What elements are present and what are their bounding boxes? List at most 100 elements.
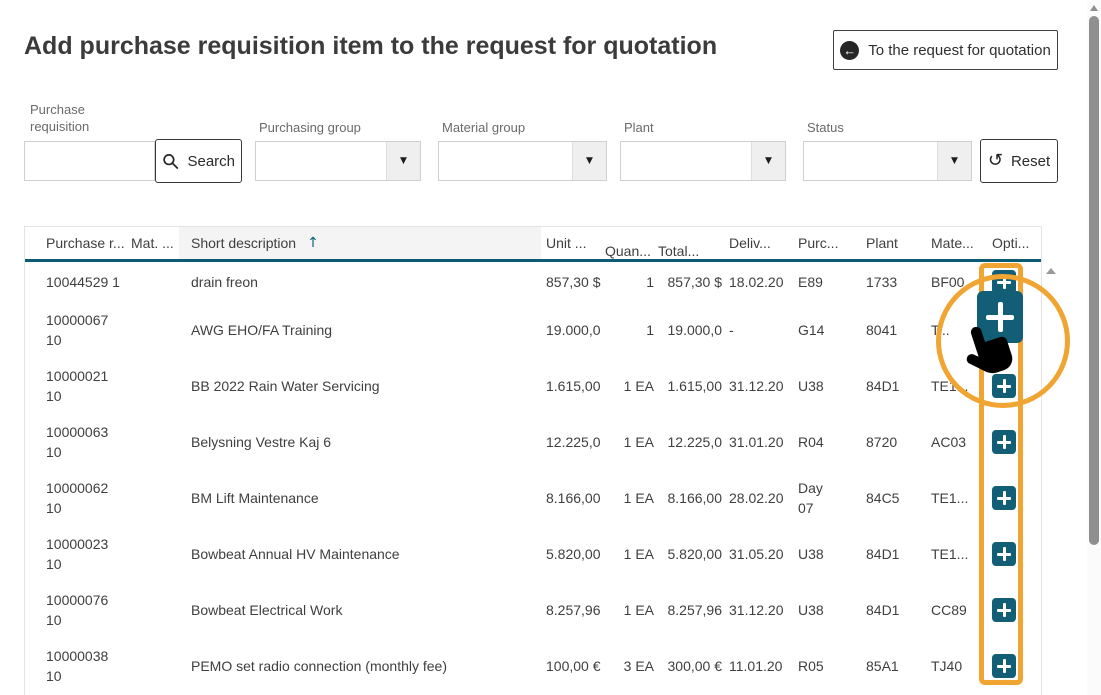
column-header-total[interactable]: Total... (658, 227, 723, 259)
cell-unit: 857,30 $ (541, 262, 605, 302)
cell-opti (986, 638, 1041, 694)
cell-deliv: 11.01.20 (723, 638, 791, 694)
purchase-requisition-table: Purchase r... Mat. ... Short description… (24, 226, 1042, 695)
cell-desc: PEMO set radio connection (monthly fee) (179, 638, 541, 694)
status-label: Status (807, 119, 844, 136)
cell-unit: 12.225,0 (541, 414, 605, 470)
cell-plant: 1733 (858, 262, 923, 302)
cell-plant: 84C5 (858, 470, 923, 526)
search-icon (162, 152, 179, 171)
plant-dropdown[interactable]: ▼ (620, 141, 786, 181)
cell-qty: 1 EA (605, 414, 658, 470)
back-arrow-icon: ← (843, 44, 856, 57)
cell-mat (126, 582, 179, 638)
table-row: 1000002310 Bowbeat Annual HV Maintenance 5… (25, 526, 1041, 582)
cell-desc: BM Lift Maintenance (179, 470, 541, 526)
scrollbar-up-icon[interactable] (1090, 5, 1098, 11)
status-dropdown[interactable]: ▼ (803, 141, 972, 181)
add-item-button[interactable] (992, 598, 1016, 622)
column-header-unit-price[interactable]: Unit ... (541, 227, 605, 259)
cell-mat (126, 358, 179, 414)
material-group-label: Material group (442, 119, 525, 136)
cell-pr: 1000006210 (25, 470, 126, 526)
purchasing-group-dropdown-arrow[interactable]: ▼ (386, 142, 420, 180)
page-scrollbar-thumb[interactable] (1089, 16, 1099, 545)
cell-mat (126, 638, 179, 694)
cell-purc: U38 (791, 358, 858, 414)
column-header-purchasing-group[interactable]: Purc... (791, 227, 858, 259)
chevron-down-icon: ▼ (586, 156, 593, 166)
cell-purc: U38 (791, 582, 858, 638)
cell-mate: CC89 (923, 582, 986, 638)
purchase-requisition-input[interactable] (24, 141, 155, 181)
reset-button[interactable]: ↺ Reset (980, 139, 1058, 183)
cell-mat (126, 262, 179, 302)
cell-deliv: - (723, 302, 791, 358)
add-item-button[interactable] (992, 654, 1016, 678)
cell-desc: AWG EHO/FA Training (179, 302, 541, 358)
cell-pr: 1000007610 (25, 582, 126, 638)
cell-total: 1.615,00 (658, 358, 723, 414)
column-header-options[interactable]: Opti... (986, 227, 1041, 259)
chevron-down-icon: ▼ (951, 156, 958, 166)
column-header-purchase-requisition[interactable]: Purchase r... (25, 227, 126, 259)
cell-pr: 1000002110 (25, 358, 126, 414)
to-request-for-quotation-button[interactable]: ← To the request for quotation (833, 30, 1058, 70)
table-body: 10044529 1drain freon857,30 $1857,30 $18… (25, 262, 1041, 694)
status-dropdown-arrow[interactable]: ▼ (937, 142, 971, 180)
cell-desc: drain freon (179, 262, 541, 302)
cell-qty: 1 (605, 262, 658, 302)
table-scroll-up-icon[interactable] (1046, 268, 1056, 274)
cell-pr: 1000002310 (25, 526, 126, 582)
cell-plant: 84D1 (858, 526, 923, 582)
cell-unit: 8.166,00 (541, 470, 605, 526)
column-header-quantity[interactable]: Quan... (605, 227, 658, 259)
cell-opti (986, 414, 1041, 470)
column-header-delivery-date[interactable]: Deliv... (723, 227, 791, 259)
cell-pr: 1000003810 (25, 638, 126, 694)
plant-dropdown-arrow[interactable]: ▼ (751, 142, 785, 180)
cell-opti (986, 526, 1041, 582)
purchase-requisition-label: Purchase requisition (30, 101, 122, 135)
chevron-down-icon: ▼ (400, 156, 407, 166)
short-description-label: Short description (191, 235, 296, 251)
search-button[interactable]: Search (155, 139, 242, 183)
cell-mat (126, 414, 179, 470)
table-header-row: Purchase r... Mat. ... Short description… (25, 227, 1041, 262)
cell-total: 300,00 € (658, 638, 723, 694)
back-circle-icon: ← (840, 41, 859, 60)
table-row: 1000007610Bowbeat Electrical Work8.257,9… (25, 582, 1041, 638)
add-item-button[interactable] (992, 430, 1016, 454)
sort-ascending-icon: ↑ (307, 235, 319, 251)
add-item-button[interactable] (992, 542, 1016, 566)
cell-total: 5.820,00 (658, 526, 723, 582)
cell-mat (126, 470, 179, 526)
cell-qty: 1 EA (605, 358, 658, 414)
purchasing-group-dropdown[interactable]: ▼ (255, 141, 421, 181)
cell-qty: 1 EA (605, 526, 658, 582)
cell-purc: U38 (791, 526, 858, 582)
cell-pr: 1000006710 (25, 302, 126, 358)
material-group-dropdown[interactable]: ▼ (438, 141, 607, 181)
column-header-material-group[interactable]: Mate... (923, 227, 986, 259)
table-row: 1000006210 BM Lift Maintenance8.166,001 E… (25, 470, 1041, 526)
cell-purc: E89 (791, 262, 858, 302)
column-header-material[interactable]: Mat. ... (126, 227, 179, 259)
cell-deliv: 31.12.20 (723, 582, 791, 638)
cell-mat (126, 302, 179, 358)
cell-pr: 1000006310 (25, 414, 126, 470)
purchasing-group-label: Purchasing group (259, 119, 361, 136)
cell-unit: 19.000,0 (541, 302, 605, 358)
cell-qty: 1 (605, 302, 658, 358)
add-item-button[interactable] (992, 486, 1016, 510)
cell-qty: 1 EA (605, 470, 658, 526)
cell-total: 12.225,0 (658, 414, 723, 470)
material-group-dropdown-arrow[interactable]: ▼ (572, 142, 606, 180)
cell-desc: Bowbeat Annual HV Maintenance (179, 526, 541, 582)
column-header-plant[interactable]: Plant (858, 227, 923, 259)
cell-unit: 8.257,96 (541, 582, 605, 638)
to-request-for-quotation-label: To the request for quotation (868, 42, 1051, 59)
cell-deliv: 28.02.20 (723, 470, 791, 526)
column-header-short-description[interactable]: Short description ↑ (179, 227, 541, 259)
cell-plant: 8041 (858, 302, 923, 358)
